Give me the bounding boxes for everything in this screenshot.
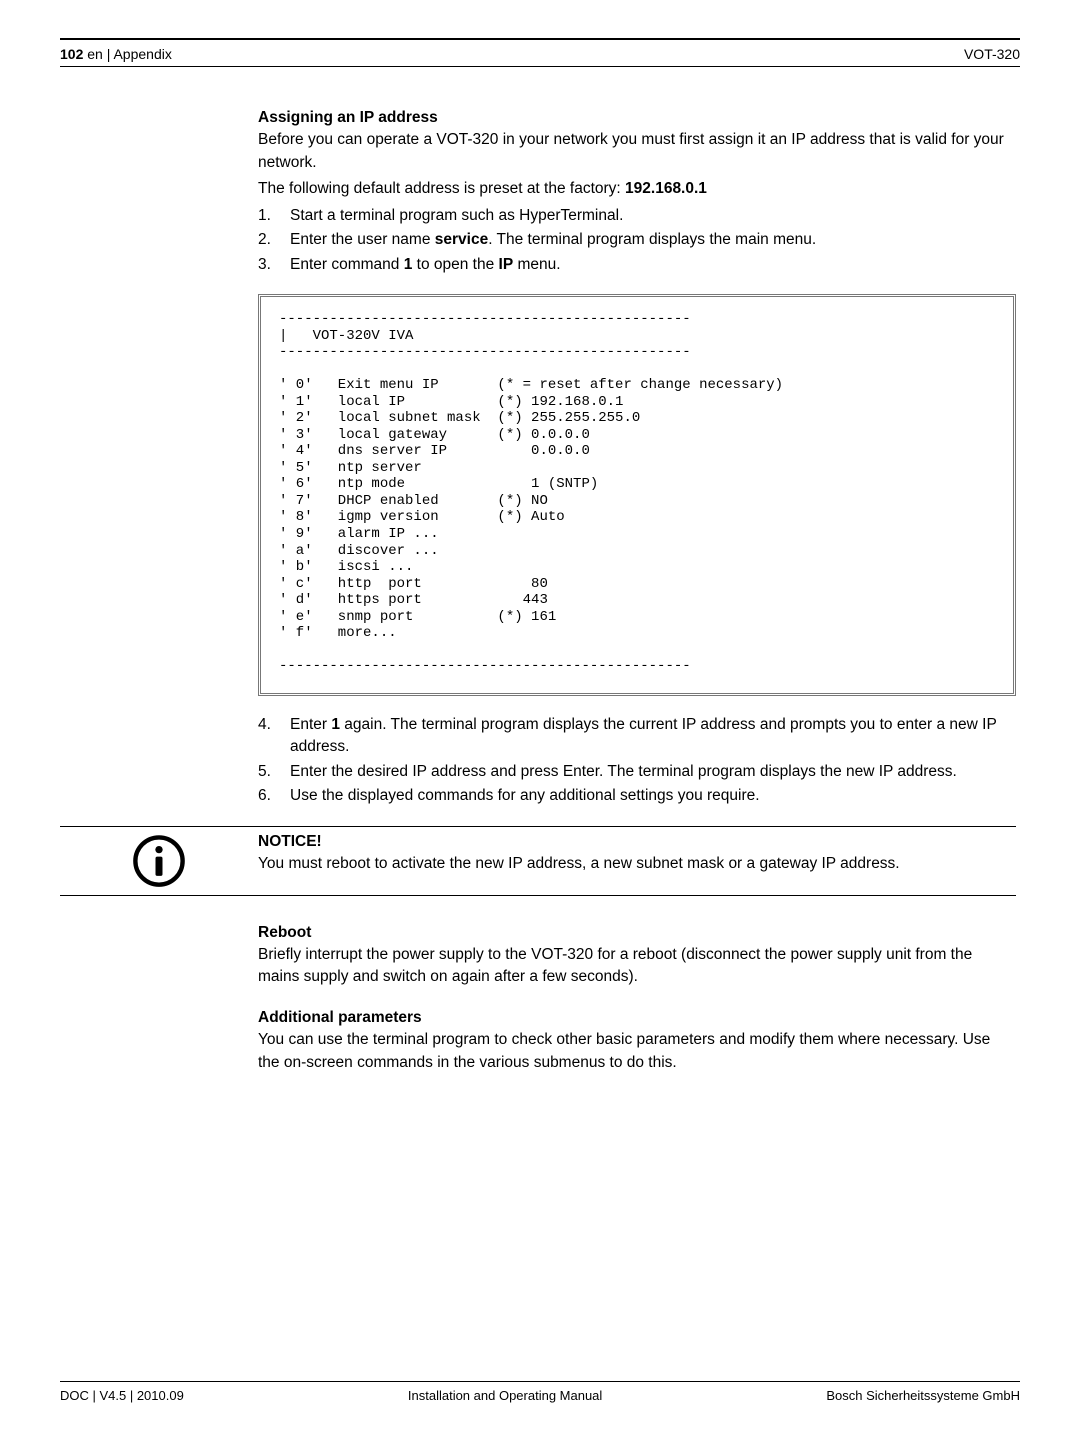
step-4: 4. Enter 1 again. The terminal program d… — [258, 714, 1016, 759]
steps-1-3: 1. Start a terminal program such as Hype… — [258, 205, 1016, 276]
heading-additional-parameters: Additional parameters — [258, 1007, 1016, 1029]
step-text: Enter 1 again. The terminal program disp… — [290, 714, 1016, 759]
steps-4-6: 4. Enter 1 again. The terminal program d… — [258, 714, 1016, 808]
footer: DOC | V4.5 | 2010.09 Installation and Op… — [60, 1381, 1020, 1403]
step-number: 1. — [258, 205, 290, 227]
default-address-value: 192.168.0.1 — [625, 180, 707, 197]
header-right: VOT-320 — [964, 46, 1020, 62]
default-address-lead: The following default address is preset … — [258, 180, 625, 197]
footer-left: DOC | V4.5 | 2010.09 — [60, 1388, 184, 1403]
step-bold: IP — [499, 256, 514, 273]
additional-parameters-text: You can use the terminal program to chec… — [258, 1029, 1016, 1074]
step-fragment: Enter — [290, 716, 331, 733]
footer-center: Installation and Operating Manual — [408, 1388, 602, 1403]
heading-reboot: Reboot — [258, 922, 1016, 944]
step-text: Enter command 1 to open the IP menu. — [290, 254, 1016, 276]
reboot-text: Briefly interrupt the power supply to th… — [258, 944, 1016, 989]
step-text: Enter the user name service. The termina… — [290, 229, 1016, 251]
step-3: 3. Enter command 1 to open the IP menu. — [258, 254, 1016, 276]
step-fragment: to open the — [412, 256, 498, 273]
step-6: 6. Use the displayed commands for any ad… — [258, 785, 1016, 807]
notice-title: NOTICE! — [258, 831, 1016, 853]
page: 102 en | Appendix VOT-320 Assigning an I… — [0, 0, 1080, 1441]
notice-body: You must reboot to activate the new IP a… — [258, 853, 1016, 875]
step-number: 6. — [258, 785, 290, 807]
step-fragment: again. The terminal program displays the… — [290, 716, 997, 755]
step-number: 4. — [258, 714, 290, 759]
notice-block: NOTICE! You must reboot to activate the … — [60, 827, 1016, 895]
step-text: Start a terminal program such as HyperTe… — [290, 205, 1016, 227]
notice-block-wrap: NOTICE! You must reboot to activate the … — [60, 827, 1016, 895]
step-number: 5. — [258, 761, 290, 783]
notice-text: NOTICE! You must reboot to activate the … — [258, 827, 1016, 880]
terminal-text: ----------------------------------------… — [261, 297, 1013, 692]
step-text: Use the displayed commands for any addit… — [290, 785, 1016, 807]
step-2: 2. Enter the user name service. The term… — [258, 229, 1016, 251]
step-bold: service — [435, 231, 488, 248]
heading-assigning-ip: Assigning an IP address — [258, 107, 1016, 129]
page-number: 102 — [60, 46, 83, 62]
header-section: en | Appendix — [87, 46, 172, 62]
intro-paragraph: Before you can operate a VOT-320 in your… — [258, 129, 1016, 174]
running-header: 102 en | Appendix VOT-320 — [60, 40, 1020, 66]
header-left: 102 en | Appendix — [60, 46, 172, 62]
step-text: Enter the desired IP address and press E… — [290, 761, 1016, 783]
content-column: Assigning an IP address Before you can o… — [60, 67, 1020, 1074]
step-1: 1. Start a terminal program such as Hype… — [258, 205, 1016, 227]
step-5: 5. Enter the desired IP address and pres… — [258, 761, 1016, 783]
step-bold: 1 — [331, 716, 340, 733]
step-fragment: Enter the user name — [290, 231, 435, 248]
info-icon — [131, 833, 187, 889]
step-number: 3. — [258, 254, 290, 276]
info-icon-cell — [60, 827, 258, 895]
step-fragment: . The terminal program displays the main… — [488, 231, 816, 248]
step-fragment: menu. — [513, 256, 560, 273]
footer-row: DOC | V4.5 | 2010.09 Installation and Op… — [60, 1382, 1020, 1403]
step-number: 2. — [258, 229, 290, 251]
footer-right: Bosch Sicherheitssysteme GmbH — [826, 1388, 1020, 1403]
step-fragment: Enter command — [290, 256, 404, 273]
terminal-screenshot: ----------------------------------------… — [258, 294, 1016, 695]
default-address-line: The following default address is preset … — [258, 178, 1016, 200]
